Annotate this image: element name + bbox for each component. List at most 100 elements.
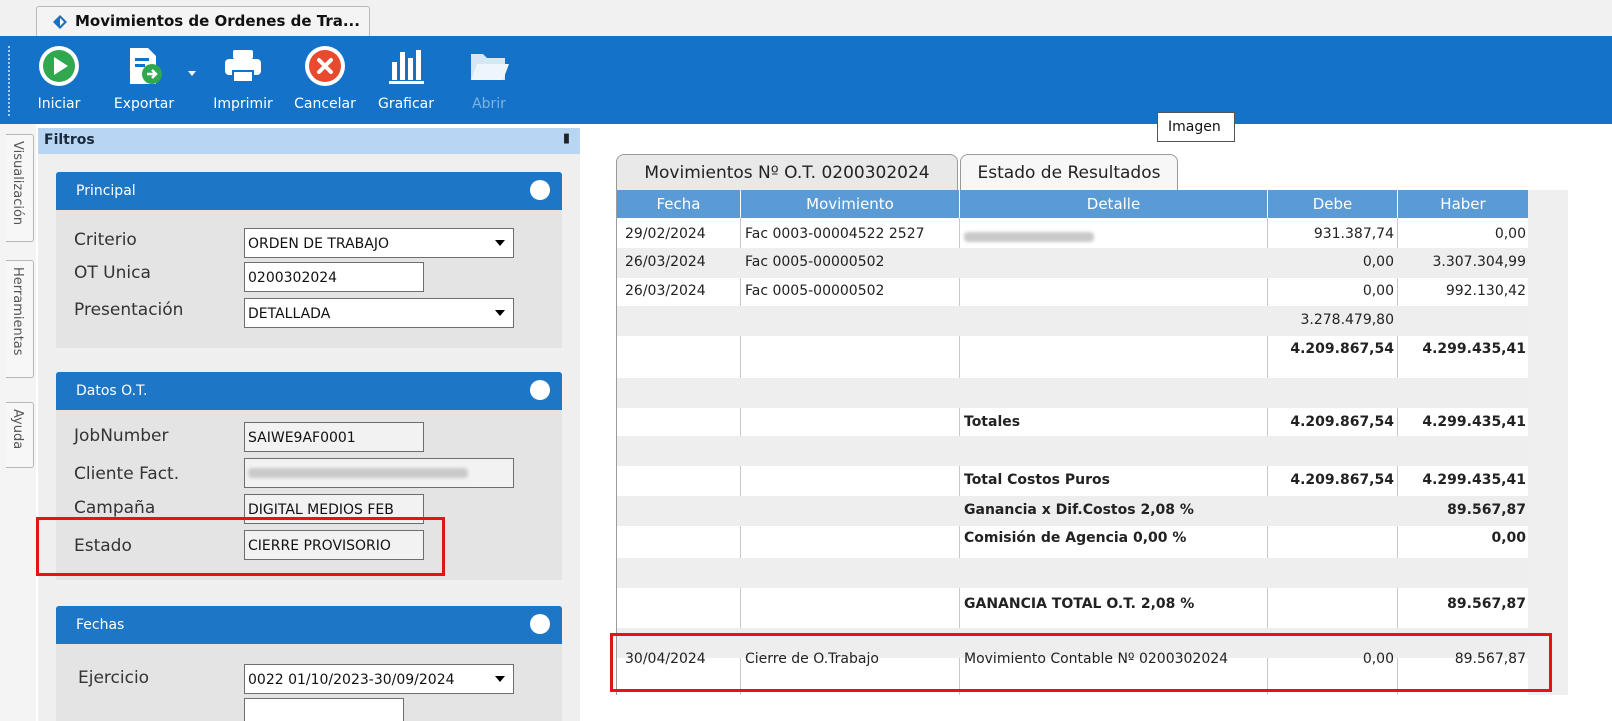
cell-debe: 4.209.867,54	[1290, 472, 1394, 488]
cell-movimiento: Fac 0003-00004522 2527	[745, 226, 925, 242]
datos-ot-group-header[interactable]: Datos O.T.	[56, 372, 562, 410]
cliente-fact-label: Cliente Fact.	[74, 464, 180, 484]
principal-group-header[interactable]: Principal	[56, 172, 562, 210]
cell-detalle: Ganancia x Dif.Costos 2,08 %	[964, 502, 1194, 518]
fechas-group-header[interactable]: Fechas	[56, 606, 562, 644]
tab-visualizacion[interactable]: Visualización	[6, 134, 34, 242]
toolbar: Iniciar Exportar Imprimir Cancelar Grafi…	[0, 36, 1612, 124]
play-icon	[39, 46, 79, 86]
tab-ayuda[interactable]: Ayuda	[6, 402, 34, 468]
tab-visualizacion-label: Visualización	[10, 141, 25, 226]
cell-detalle: Total Costos Puros	[964, 472, 1110, 488]
fechas-group-title: Fechas	[76, 617, 125, 633]
imprimir-label: Imprimir	[213, 96, 273, 112]
cell-haber: 3.307.304,99	[1432, 254, 1526, 270]
table-row[interactable]: Total Costos Puros 4.209.867,54 4.299.435,…	[617, 466, 1528, 496]
toolbar-grip[interactable]	[8, 46, 11, 116]
chevron-down-icon	[495, 310, 505, 316]
table-row[interactable]	[617, 378, 1528, 408]
fechas-group: Fechas Ejercicio 0022 01/10/2023-30/09/2…	[56, 606, 562, 721]
col-header-haber[interactable]: Haber	[1398, 190, 1528, 218]
col-header-detalle[interactable]: Detalle	[960, 190, 1268, 218]
cell-haber: 4.299.435,41	[1422, 341, 1526, 357]
cell-haber: 89.567,87	[1447, 502, 1526, 518]
collapse-icon[interactable]	[530, 380, 550, 400]
exportar-button[interactable]: Exportar	[108, 44, 180, 112]
col-header-movimiento[interactable]: Movimiento	[741, 190, 960, 218]
tab-ayuda-label: Ayuda	[10, 409, 25, 450]
imprimir-button[interactable]: Imprimir	[210, 44, 276, 112]
cell-fecha: 26/03/2024	[625, 283, 706, 299]
table-row[interactable]: 4.209.867,54 4.299.435,41	[617, 335, 1528, 365]
chevron-down-icon	[495, 240, 505, 246]
ejercicio-value: 0022 01/10/2023-30/09/2024	[248, 672, 455, 688]
table-row[interactable]: 26/03/2024 Fac 0005-00000502 0,00 992.130,4…	[617, 277, 1528, 307]
collapse-icon[interactable]	[530, 614, 550, 634]
exportar-dropdown-arrow[interactable]	[188, 71, 196, 76]
cell-haber: 0,00	[1491, 530, 1526, 546]
chevron-down-icon	[495, 676, 505, 682]
presentacion-label: Presentación	[74, 300, 184, 320]
col-header-debe[interactable]: Debe	[1268, 190, 1398, 218]
ot-unica-label: OT Unica	[74, 263, 151, 283]
filters-title: Filtros	[44, 132, 95, 148]
table-row[interactable]: GANANCIA TOTAL O.T. 2,08 % 89.567,87	[617, 590, 1528, 620]
criterio-value: ORDEN DE TRABAJO	[248, 236, 389, 252]
highlight-box-cierre	[610, 633, 1552, 692]
cell-detalle: Comisión de Agencia 0,00 %	[964, 530, 1187, 546]
iniciar-button[interactable]: Iniciar	[32, 44, 86, 112]
table-row[interactable]	[617, 436, 1528, 466]
cell-detalle: GANANCIA TOTAL O.T. 2,08 %	[964, 596, 1195, 612]
table-row[interactable]: 29/02/2024 Fac 0003-00004522 2527 931.387,…	[617, 220, 1528, 250]
criterio-select[interactable]: ORDEN DE TRABAJO	[244, 228, 514, 258]
table-row[interactable]: Comisión de Agencia 0,00 % 0,00	[617, 524, 1528, 554]
ot-unica-input[interactable]: 0200302024	[244, 262, 424, 292]
movements-grid: Fecha Movimiento Detalle Debe Haber 29/0…	[616, 190, 1528, 695]
printer-icon	[225, 50, 261, 83]
iniciar-label: Iniciar	[37, 96, 81, 112]
table-row[interactable]	[617, 558, 1528, 588]
cell-haber: 4.299.435,41	[1422, 472, 1526, 488]
app-logo-icon	[53, 15, 67, 29]
window-tab[interactable]: Movimientos de Ordenes de Tra...	[36, 6, 370, 36]
pin-icon[interactable]: ▮	[563, 131, 570, 146]
ot-unica-value: 0200302024	[248, 270, 338, 286]
tab-estado-resultados[interactable]: Estado de Resultados	[960, 154, 1178, 190]
cancelar-button[interactable]: Cancelar	[290, 44, 360, 112]
tab-herramientas[interactable]: Herramientas	[6, 260, 34, 378]
cell-debe: 931.387,74	[1313, 226, 1394, 242]
table-row[interactable]: 3.278.479,80	[617, 306, 1528, 336]
abrir-button[interactable]: Abrir	[464, 44, 514, 112]
graficar-button[interactable]: Graficar	[374, 44, 438, 112]
jobnumber-field[interactable]: SAIWE9AF0001	[244, 422, 424, 452]
tab-movimientos[interactable]: Movimientos Nº O.T. 0200302024	[616, 154, 958, 190]
datos-ot-group-title: Datos O.T.	[76, 383, 148, 399]
table-row[interactable]: Ganancia x Dif.Costos 2,08 % 89.567,87	[617, 496, 1528, 526]
campana-label: Campaña	[74, 498, 156, 518]
cell-debe: 0,00	[1362, 283, 1394, 299]
fecha-field[interactable]	[244, 698, 404, 721]
cancelar-label: Cancelar	[294, 96, 356, 112]
presentacion-select[interactable]: DETALLADA	[244, 298, 514, 328]
cell-debe: 4.209.867,54	[1290, 341, 1394, 357]
ejercicio-label: Ejercicio	[78, 668, 150, 688]
cliente-fact-field[interactable]	[244, 458, 514, 488]
cell-detalle: Totales	[964, 414, 1021, 430]
ejercicio-select[interactable]: 0022 01/10/2023-30/09/2024	[244, 664, 514, 694]
cell-fecha: 26/03/2024	[625, 254, 706, 270]
collapse-icon[interactable]	[530, 180, 550, 200]
col-header-fecha[interactable]: Fecha	[617, 190, 741, 218]
cell-debe: 4.209.867,54	[1290, 414, 1394, 430]
cell-haber: 992.130,42	[1445, 283, 1526, 299]
side-tab-strip: Visualización Herramientas Ayuda	[0, 124, 36, 721]
table-row[interactable]: Totales 4.209.867,54 4.299.435,41	[617, 408, 1528, 438]
export-document-icon	[130, 48, 162, 84]
cell-debe: 0,00	[1362, 254, 1394, 270]
grid-scroll-area[interactable]	[1528, 190, 1568, 695]
abrir-label: Abrir	[472, 96, 506, 112]
criterio-label: Criterio	[74, 230, 137, 250]
filters-header: Filtros ▮	[38, 128, 580, 154]
tab-herramientas-label: Herramientas	[10, 267, 25, 356]
table-row[interactable]: 26/03/2024 Fac 0005-00000502 0,00 3.307.304…	[617, 248, 1528, 278]
cell-haber: 0,00	[1494, 226, 1526, 242]
